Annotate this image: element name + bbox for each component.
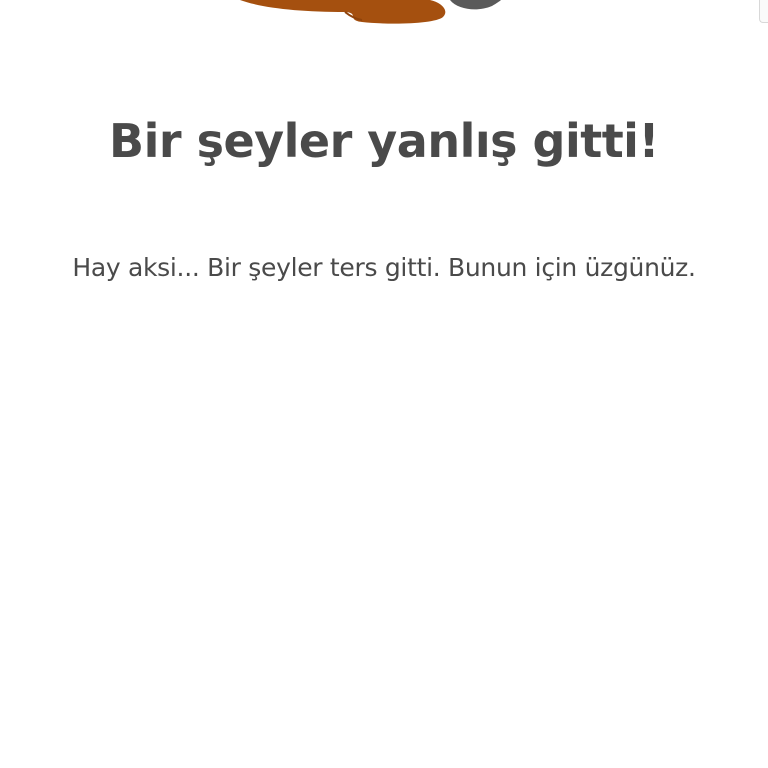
spilled-coffee-illustration xyxy=(0,0,768,40)
scrollbar[interactable] xyxy=(759,0,768,23)
page-title: Bir şeyler yanlış gitti! xyxy=(109,114,659,168)
error-message: Hay aksi... Bir şeyler ters gitti. Bunun… xyxy=(72,253,696,282)
spilled-coffee-icon xyxy=(240,0,501,24)
